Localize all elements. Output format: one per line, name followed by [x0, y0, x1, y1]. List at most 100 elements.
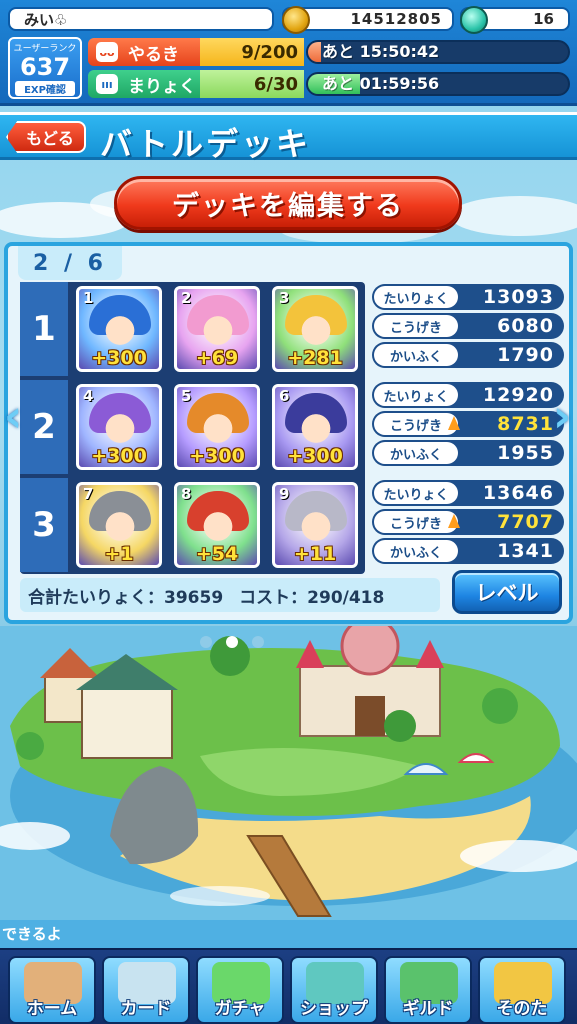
row-number: 2: [20, 380, 68, 474]
stat-value: 6080: [497, 315, 554, 337]
deck-page-indicator: 2 / 6: [18, 246, 122, 280]
card-slot[interactable]: 8 +54: [174, 482, 260, 568]
nav-label: そのた: [496, 999, 548, 1019]
card-slot-number: 6: [279, 387, 290, 405]
stamina-count: 9/200: [200, 38, 304, 66]
gem-counter[interactable]: 16: [460, 6, 570, 34]
card-face: [95, 499, 145, 549]
card-plus-value: +11: [293, 543, 337, 565]
card-slot[interactable]: 6 +300: [272, 384, 358, 470]
exp-check-button[interactable]: EXP確認: [15, 81, 75, 96]
stat-label: かいふく: [374, 344, 458, 366]
card-slot[interactable]: 9 +11: [272, 482, 358, 568]
card-slot[interactable]: 3 +281: [272, 286, 358, 372]
card-plus-value: +300: [91, 445, 147, 467]
stat-value: 1790: [497, 344, 554, 366]
card-plus-value: +281: [287, 347, 343, 369]
card-slot-number: 2: [181, 289, 192, 307]
boost-arrow-icon: [448, 514, 460, 528]
page-header: もどる バトルデッキ: [0, 112, 577, 163]
stat-value: 8731: [497, 413, 554, 435]
stat-hp: たいりょく 12920: [372, 382, 564, 408]
gem-icon: [460, 6, 488, 34]
card-slot-number: 8: [181, 485, 192, 503]
coin-value: 14512805: [350, 10, 442, 28]
deck-panel: 2 / 6 1 1 +300 2 +69 3 +281 2 4 +300 5 +…: [4, 242, 573, 624]
nav-guild[interactable]: ギルド: [384, 956, 472, 1024]
gem-value: 16: [533, 10, 554, 28]
nav-shop[interactable]: ショップ: [290, 956, 378, 1024]
nav-other[interactable]: そのた: [478, 956, 566, 1024]
back-button[interactable]: もどる: [6, 121, 86, 153]
deck-summary: 合計たいりょく：39659 コスト：290/418: [20, 578, 440, 612]
magic-count: 6/30: [200, 70, 304, 98]
user-rank-box[interactable]: ユーザーランク 637 EXP確認: [8, 37, 82, 99]
card-plus-value: +1: [104, 543, 134, 565]
stat-heal: かいふく 1790: [372, 342, 564, 368]
bottom-nav: ホーム カード ガチャ ショップ ギルド そのた: [0, 948, 577, 1024]
total-hp: 合計たいりょく：39659: [28, 587, 224, 608]
stamina-label: やるき: [128, 44, 179, 65]
card-slot[interactable]: 1 +300: [76, 286, 162, 372]
stat-label: たいりょく: [374, 384, 458, 406]
card-face: [95, 401, 145, 451]
magic-tag: ııı まりょく: [88, 70, 200, 98]
card-face: [291, 401, 341, 451]
stat-label: こうげき: [374, 315, 458, 337]
coin-counter[interactable]: 14512805: [282, 6, 454, 34]
magic-timer: あと 01:59:56: [322, 74, 440, 93]
nav-home[interactable]: ホーム: [8, 956, 96, 1024]
card-face: [193, 499, 243, 549]
stat-attack: こうげき 8731: [372, 411, 564, 437]
stat-value: 1341: [497, 540, 554, 562]
card-slot-number: 9: [279, 485, 290, 503]
card-plus-value: +54: [195, 543, 239, 565]
deck-row: 1 1 +300 2 +69 3 +281: [20, 282, 365, 376]
rank-value: 637: [19, 53, 71, 81]
nav-label: ガチャ: [214, 999, 266, 1019]
card-slot[interactable]: 5 +300: [174, 384, 260, 470]
row-stats: たいりょく 12920 こうげき 8731 かいふく 1955: [372, 382, 564, 469]
stat-value: 7707: [497, 511, 554, 533]
stamina-row: ᴗᴗ やるき 9/200 あと 15:50:42: [88, 38, 570, 66]
nav-gacha[interactable]: ガチャ: [196, 956, 284, 1024]
card-face: [291, 303, 341, 353]
stamina-tag: ᴗᴗ やるき: [88, 38, 200, 66]
row-stats: たいりょく 13646 こうげき 7707 かいふく 1341: [372, 480, 564, 567]
card-slot[interactable]: 4 +300: [76, 384, 162, 470]
player-name[interactable]: みい♧: [8, 7, 274, 31]
level-button[interactable]: レベル: [452, 570, 562, 614]
stat-hp: たいりょく 13093: [372, 284, 564, 310]
nav-label: ショップ: [300, 999, 368, 1019]
magic-icon: ııı: [96, 74, 118, 94]
stat-heal: かいふく 1955: [372, 440, 564, 466]
card-plus-value: +300: [189, 445, 245, 467]
news-ticker[interactable]: できるよ: [0, 920, 577, 948]
magic-timer-bar: あと 01:59:56: [306, 72, 570, 96]
card-face: [193, 401, 243, 451]
prev-deck-arrow-icon[interactable]: ‹: [4, 390, 24, 444]
card-face: [291, 499, 341, 549]
nav-label: ギルド: [402, 999, 454, 1019]
row-number: 1: [20, 282, 68, 376]
card-face: [95, 303, 145, 353]
card-face: [193, 303, 243, 353]
card-slot-number: 5: [181, 387, 192, 405]
status-bar: みい♧ 14512805 16 ユーザーランク 637 EXP確認 ᴗᴗ やるき…: [0, 0, 577, 106]
card-slot[interactable]: 7 +1: [76, 482, 162, 568]
card-slot[interactable]: 2 +69: [174, 286, 260, 372]
card-plus-value: +300: [91, 347, 147, 369]
page-title: バトルデッキ: [100, 125, 311, 163]
stat-attack: こうげき 7707: [372, 509, 564, 535]
edit-deck-button[interactable]: デッキを編集する: [114, 176, 462, 230]
stat-value: 12920: [482, 384, 554, 406]
stat-attack: こうげき 6080: [372, 313, 564, 339]
boost-arrow-icon: [448, 416, 460, 430]
row-stats: たいりょく 13093 こうげき 6080 かいふく 1790: [372, 284, 564, 371]
next-deck-arrow-icon[interactable]: ›: [553, 390, 573, 444]
stat-hp: たいりょく 13646: [372, 480, 564, 506]
nav-card[interactable]: カード: [102, 956, 190, 1024]
magic-label: まりょく: [128, 76, 196, 97]
card-slot-number: 4: [83, 387, 94, 405]
stamina-timer: あと 15:50:42: [322, 42, 440, 61]
